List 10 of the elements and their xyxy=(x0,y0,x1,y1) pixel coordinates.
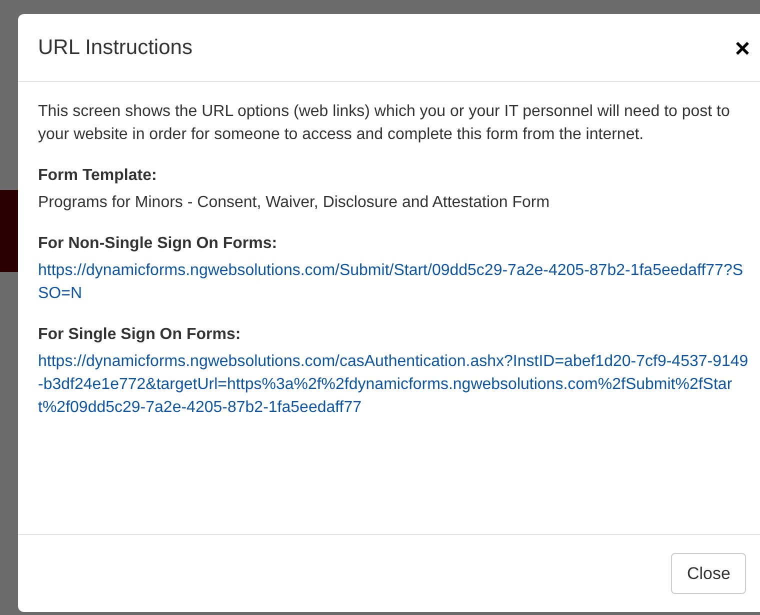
section-label: For Non-Single Sign On Forms: xyxy=(38,234,278,254)
close-button[interactable]: × xyxy=(734,34,750,60)
section-label: For Single Sign On Forms: xyxy=(38,325,242,345)
template-name: Programs for Minors - Consent, Waiver, Disclosure and Attestation Form xyxy=(38,193,551,213)
url-link[interactable]: https://dynamicforms.ngwebsolutions.com/Submit/Start/09dd5c29-7a2e-4205-87b2-1fa5eedaff77?SSO=N xyxy=(38,259,750,305)
intro-text: This screen shows the URL options (web links) which you or your IT personnel will need to post to your website in order for someone to access and complete this form from the internet. xyxy=(38,102,731,145)
close-button[interactable]: Close xyxy=(671,553,746,594)
url-link[interactable]: https://dynamicforms.ngwebsolutions.com/casAuthentication.ashx?InstID=abef1d20-7cf9-4537-9149-b3df24e1e772&targetUrl=https%3a%2f%2fdynamicforms.ngwebsolutions.com%2fSubmit%2fStart%2f09dd5c29-7a2e-4205-87b2-1fa5eedaff77 xyxy=(38,350,750,419)
section-label: Form Template: xyxy=(38,166,158,186)
dialog-title: URL Instructions xyxy=(38,34,192,61)
